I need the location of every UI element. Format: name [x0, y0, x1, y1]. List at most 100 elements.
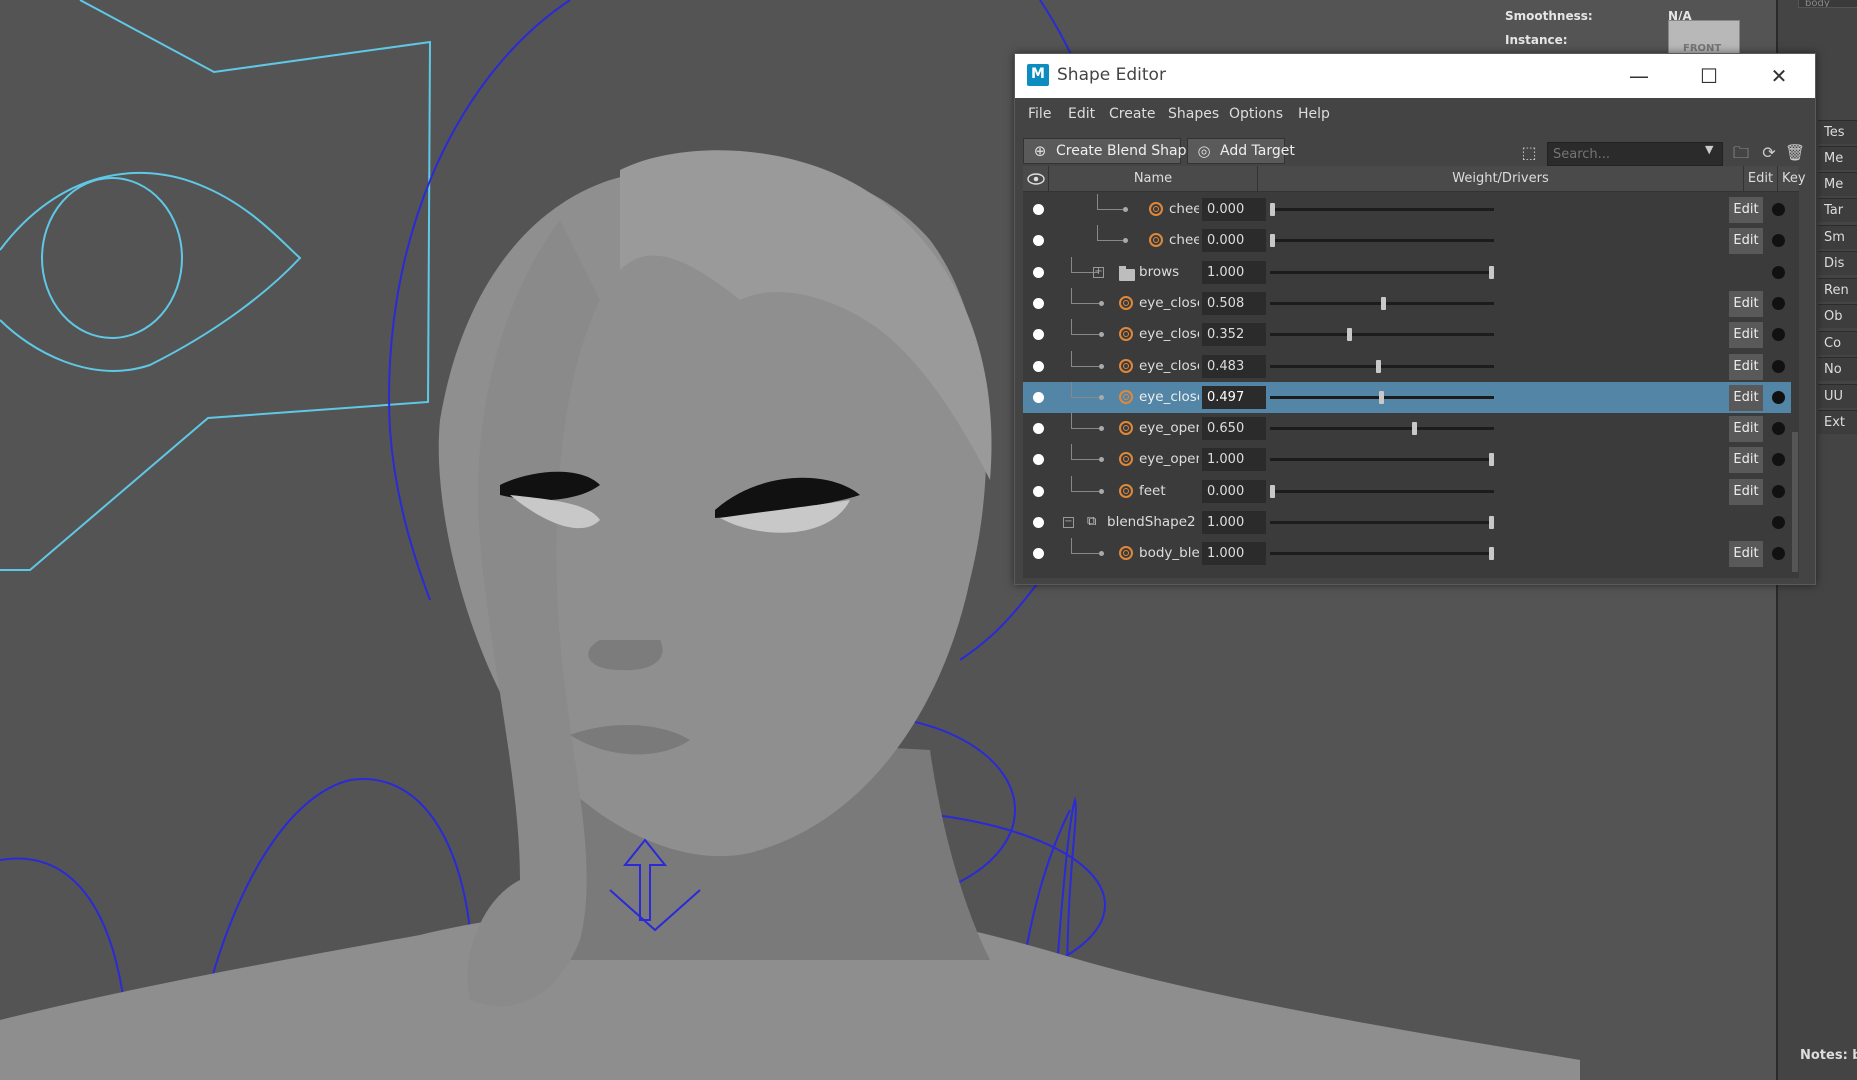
- weight-slider-handle[interactable]: [1347, 328, 1353, 342]
- menu-options[interactable]: Options: [1229, 106, 1283, 122]
- node-tab[interactable]: body_: [1798, 0, 1857, 8]
- table-row[interactable]: − ⧉ blendShape2 1.000: [1023, 507, 1791, 538]
- weight-slider-handle[interactable]: [1489, 516, 1494, 529]
- weight-slider-handle[interactable]: [1489, 265, 1494, 279]
- edit-button[interactable]: Edit: [1729, 228, 1763, 255]
- visibility-toggle[interactable]: [1033, 235, 1044, 247]
- weight-field[interactable]: 0.650: [1202, 417, 1266, 441]
- weight-slider[interactable]: [1270, 270, 1494, 274]
- visibility-toggle[interactable]: [1033, 391, 1044, 403]
- table-row[interactable]: eye_close_dwr0.483 Edit: [1023, 350, 1791, 382]
- key-button[interactable]: [1772, 328, 1785, 342]
- weight-slider[interactable]: [1270, 458, 1494, 462]
- edit-button[interactable]: Edit: [1729, 384, 1763, 411]
- edit-header[interactable]: Edit: [1744, 166, 1778, 192]
- weight-field[interactable]: 1.000: [1202, 511, 1266, 534]
- menu-help[interactable]: Help: [1298, 106, 1330, 122]
- weight-field[interactable]: 0.483: [1202, 354, 1266, 378]
- visibility-toggle[interactable]: [1033, 423, 1044, 435]
- key-button[interactable]: [1772, 516, 1785, 529]
- visibility-toggle[interactable]: [1033, 266, 1044, 278]
- title-bar[interactable]: M Shape Editor — ☐ ✕: [1015, 54, 1815, 98]
- scrollbar[interactable]: [1791, 192, 1799, 578]
- strip-tab-ob[interactable]: Ob: [1818, 304, 1857, 328]
- strip-tab-ext[interactable]: Ext: [1818, 410, 1857, 434]
- table-row[interactable]: eye_open_R1.000 Edit: [1023, 444, 1791, 475]
- table-row[interactable]: eye_open_L0.650 Edit: [1023, 413, 1791, 444]
- minimize-button[interactable]: —: [1617, 58, 1661, 94]
- weight-slider[interactable]: [1270, 489, 1494, 493]
- weight-slider-handle[interactable]: [1270, 484, 1275, 498]
- weight-slider-handle[interactable]: [1412, 422, 1418, 436]
- visibility-toggle[interactable]: [1033, 297, 1044, 309]
- key-button[interactable]: [1772, 359, 1785, 373]
- strip-tab-me-2[interactable]: Me: [1818, 172, 1857, 196]
- weight-field[interactable]: 1.000: [1202, 542, 1266, 566]
- weight-slider-handle[interactable]: [1270, 234, 1275, 248]
- edit-button[interactable]: Edit: [1729, 447, 1763, 474]
- key-button[interactable]: [1772, 203, 1785, 216]
- weight-slider-handle[interactable]: [1270, 203, 1275, 216]
- visibility-toggle[interactable]: [1033, 517, 1044, 528]
- edit-button[interactable]: Edit: [1729, 416, 1763, 443]
- strip-tab-no[interactable]: No: [1818, 357, 1857, 381]
- search-dropdown-icon[interactable]: ▼: [1705, 143, 1713, 156]
- menu-create[interactable]: Create: [1109, 106, 1156, 122]
- strip-tab-tar[interactable]: Tar: [1818, 198, 1857, 222]
- strip-tab-uu[interactable]: UU: [1818, 384, 1857, 408]
- visibility-toggle[interactable]: [1033, 329, 1044, 341]
- weight-field[interactable]: 0.000: [1202, 479, 1266, 503]
- select-frame-icon[interactable]: ⬚: [1517, 141, 1541, 165]
- table-row[interactable]: cheek_sm0.000 Edit: [1023, 194, 1791, 225]
- table-row[interactable]: body_blendsh1.000 Edit: [1023, 538, 1791, 569]
- weight-field[interactable]: 0.497: [1202, 385, 1266, 409]
- visibility-toggle[interactable]: [1033, 485, 1044, 497]
- maximize-button[interactable]: ☐: [1687, 58, 1731, 94]
- key-header[interactable]: Key: [1778, 166, 1806, 192]
- key-button[interactable]: [1772, 390, 1785, 404]
- table-row[interactable]: eye_close_up_0.508 Edit: [1023, 287, 1791, 319]
- weight-field[interactable]: 0.000: [1202, 198, 1266, 221]
- create-blend-shape-button[interactable]: ⊕ Create Blend Shape: [1023, 138, 1195, 164]
- edit-button[interactable]: Edit: [1729, 541, 1763, 568]
- weight-field[interactable]: 0.352: [1202, 323, 1266, 347]
- key-button[interactable]: [1772, 296, 1785, 310]
- visibility-toggle[interactable]: [1033, 204, 1044, 215]
- table-row[interactable]: feet 0.000 Edit: [1023, 475, 1791, 507]
- weight-slider-handle[interactable]: [1489, 547, 1494, 561]
- menu-edit[interactable]: Edit: [1068, 106, 1095, 122]
- visibility-toggle[interactable]: [1033, 454, 1044, 466]
- edit-button[interactable]: Edit: [1729, 290, 1763, 317]
- edit-button[interactable]: Edit: [1729, 322, 1763, 349]
- strip-tab-co[interactable]: Co: [1818, 331, 1857, 355]
- scroll-thumb[interactable]: [1792, 432, 1798, 572]
- key-button[interactable]: [1772, 234, 1785, 248]
- weight-slider-handle[interactable]: [1381, 296, 1387, 310]
- table-row[interactable]: + brows 1.000: [1023, 256, 1791, 288]
- weight-slider-handle[interactable]: [1375, 359, 1381, 373]
- key-button[interactable]: [1772, 484, 1785, 498]
- strip-tab-dis[interactable]: Dis: [1818, 251, 1857, 275]
- name-header[interactable]: Name: [1049, 166, 1258, 192]
- table-row[interactable]: eye_close_up_0.352 Edit: [1023, 319, 1791, 350]
- key-button[interactable]: [1772, 422, 1785, 436]
- edit-button[interactable]: Edit: [1729, 197, 1763, 223]
- strip-tab-tes[interactable]: Tes: [1818, 120, 1857, 144]
- strip-tab-ren[interactable]: Ren: [1818, 278, 1857, 302]
- new-folder-icon[interactable]: 🗀: [1729, 141, 1753, 165]
- collapse-icon[interactable]: −: [1063, 517, 1074, 528]
- weight-slider[interactable]: [1270, 521, 1494, 524]
- menu-file[interactable]: File: [1028, 106, 1051, 122]
- weight-header[interactable]: Weight/Drivers: [1258, 166, 1744, 192]
- weight-slider-handle[interactable]: [1489, 453, 1494, 467]
- key-button[interactable]: [1772, 453, 1785, 467]
- weight-field[interactable]: 1.000: [1202, 260, 1266, 284]
- refresh-icon[interactable]: ⟳: [1757, 141, 1781, 165]
- search-input[interactable]: [1547, 142, 1723, 166]
- weight-slider[interactable]: [1270, 333, 1494, 337]
- weight-field[interactable]: 1.000: [1202, 448, 1266, 472]
- expand-icon[interactable]: +: [1093, 266, 1104, 278]
- weight-slider-handle[interactable]: [1378, 390, 1384, 404]
- edit-button[interactable]: Edit: [1729, 478, 1763, 505]
- key-button[interactable]: [1772, 265, 1785, 279]
